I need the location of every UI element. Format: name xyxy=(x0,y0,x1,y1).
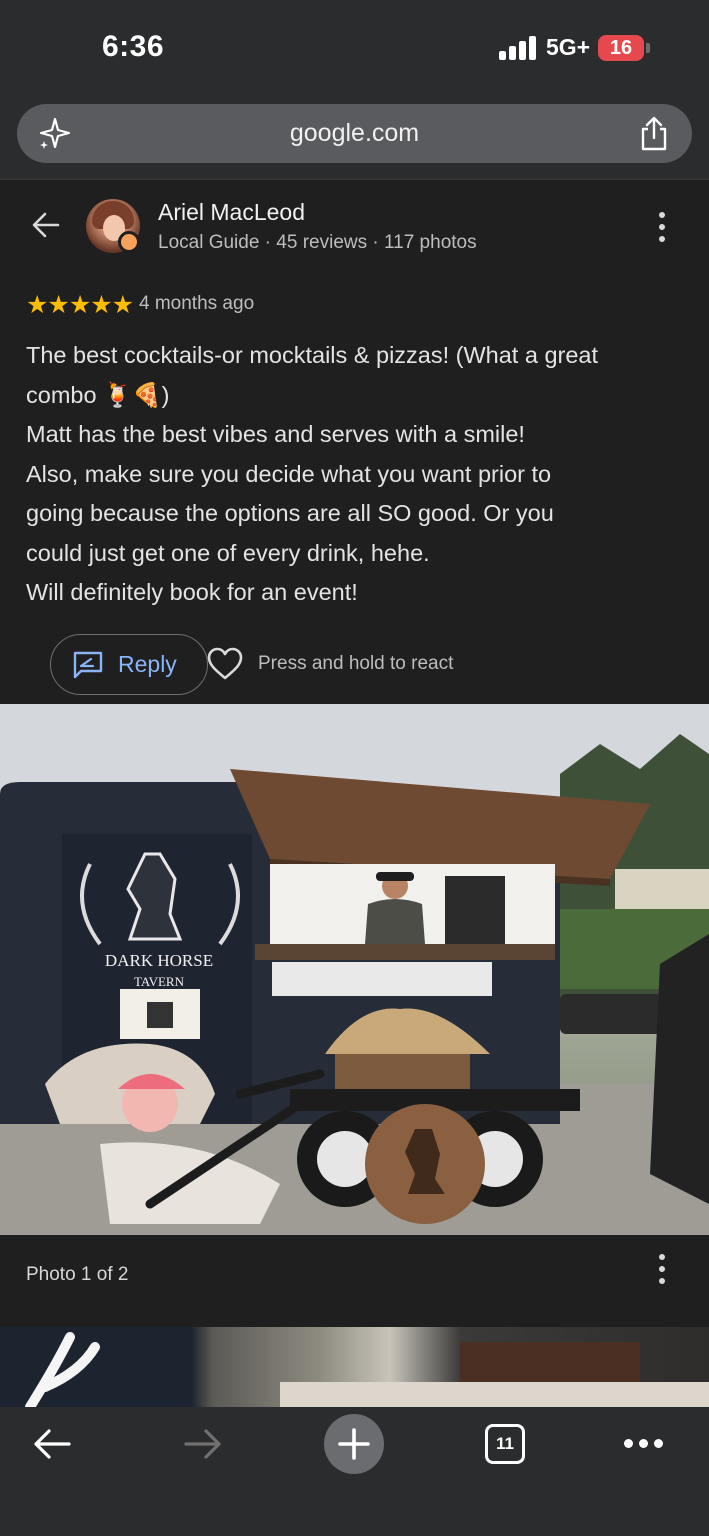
photo-footer: Photo 1 of 2 xyxy=(0,1235,709,1327)
trailer-sign-line2: TAVERN xyxy=(134,974,185,989)
signal-icon xyxy=(499,36,537,60)
review-text: The best cocktails-or mocktails & pizzas… xyxy=(26,336,696,613)
heart-icon[interactable] xyxy=(207,647,243,681)
review-line: Matt has the best vibes and serves with … xyxy=(26,421,525,447)
review-line: Will definitely book for an event! xyxy=(26,579,358,605)
share-icon[interactable] xyxy=(638,116,670,152)
photo-caption: Photo 1 of 2 xyxy=(26,1264,129,1285)
second-photo xyxy=(25,1332,709,1407)
review-line: going because the options are all SO goo… xyxy=(26,500,554,526)
menu-icon[interactable] xyxy=(624,1439,664,1449)
plus-icon xyxy=(338,1428,370,1460)
url-text[interactable]: google.com xyxy=(17,119,692,148)
local-guide-badge-icon xyxy=(118,231,140,253)
battery-cap xyxy=(646,43,650,53)
browser-chrome: google.com xyxy=(0,95,709,180)
more-options-icon[interactable] xyxy=(652,211,672,243)
address-bar[interactable]: google.com xyxy=(17,104,692,163)
trailer-sign-line1: DARK HORSE xyxy=(105,951,213,970)
reply-label: Reply xyxy=(118,651,177,677)
battery-icon: 16 xyxy=(598,35,644,61)
reviewer-meta: Local Guide · 45 reviews · 117 photos xyxy=(158,232,477,253)
review-photo-2[interactable] xyxy=(0,1327,709,1407)
forward-icon[interactable] xyxy=(183,1427,223,1461)
status-bar: 6:36 5G+ 16 xyxy=(0,0,709,95)
review-card: Ariel MacLeod Local Guide · 45 reviews ·… xyxy=(0,181,709,704)
review-line: Also, make sure you decide what you want… xyxy=(26,460,552,487)
food-trailer-photo: DARK HORSE TAVERN xyxy=(0,704,709,1235)
tab-switcher-button[interactable]: 11 xyxy=(485,1424,525,1464)
review-line: combo 🍹🍕) xyxy=(26,381,170,408)
network-type: 5G+ xyxy=(546,34,591,60)
review-photo[interactable]: DARK HORSE TAVERN xyxy=(0,704,709,1235)
reply-icon xyxy=(73,651,103,679)
react-hint: Press and hold to react xyxy=(258,653,454,674)
back-icon[interactable] xyxy=(32,1427,72,1461)
status-time: 6:36 xyxy=(102,30,165,63)
review-date: 4 months ago xyxy=(139,293,255,314)
reply-button[interactable]: Reply xyxy=(50,634,208,695)
review-line: could just get one of every drink, hehe. xyxy=(26,539,430,566)
back-arrow-icon[interactable] xyxy=(30,209,62,241)
reviewer-name[interactable]: Ariel MacLeod xyxy=(158,199,305,226)
photo-more-options-icon[interactable] xyxy=(652,1253,672,1285)
review-line: The best cocktails-or mocktails & pizzas… xyxy=(26,342,599,368)
new-tab-button[interactable] xyxy=(324,1414,384,1474)
star-rating: ★★★★★ xyxy=(26,291,134,319)
browser-toolbar: 11 xyxy=(0,1407,709,1536)
